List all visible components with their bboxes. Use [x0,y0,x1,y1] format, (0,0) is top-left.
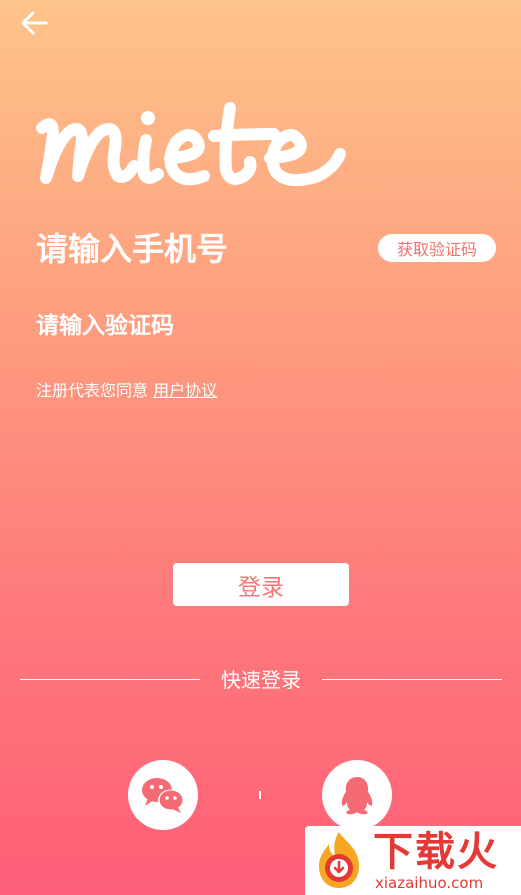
divider-left [20,679,200,680]
back-button[interactable] [14,6,54,42]
phone-input[interactable] [36,226,356,272]
arrow-left-icon [21,11,48,35]
login-screen: miete 获取验证码 注册代表您同意 用户协议 登录 快速登录 [0,0,521,895]
agreement-text: 注册代表您同意 用户协议 [36,380,217,402]
qq-login-button[interactable] [322,760,392,830]
watermark-subtitle: xiazaihuo.com [375,874,484,892]
social-separator [259,791,261,799]
agreement-prefix: 注册代表您同意 [36,381,149,400]
quick-login-label: 快速登录 [221,668,301,692]
user-agreement-link[interactable]: 用户协议 [153,381,217,400]
wechat-login-button[interactable] [128,760,198,830]
code-input[interactable] [36,306,336,346]
qq-icon [341,777,373,815]
miete-logo: miete [36,102,346,187]
watermark-title: 下载火 [373,829,499,875]
watermark-banner: 下载火 xiazaihuo.com [305,826,521,895]
divider-right [322,679,502,680]
login-button[interactable]: 登录 [173,563,349,606]
wechat-icon [142,778,184,813]
get-code-button[interactable]: 获取验证码 [378,234,496,262]
flame-download-icon [319,832,359,888]
